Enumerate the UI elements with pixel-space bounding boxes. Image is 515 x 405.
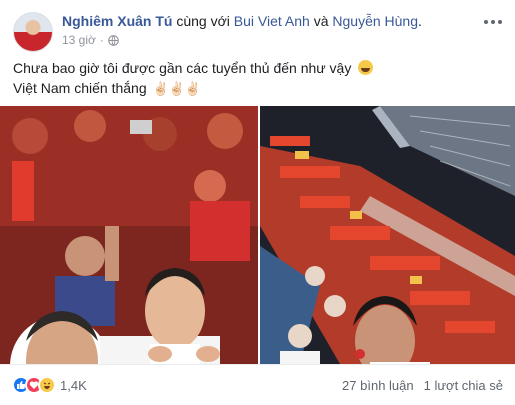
photo-selfie-crowd[interactable] (0, 106, 258, 364)
comments-count-link[interactable]: 27 bình luận (342, 378, 414, 393)
post-timestamp[interactable]: 13 giờ (62, 33, 96, 47)
post-text-line-1: Chưa bao giờ tôi được gần các tuyển thủ … (13, 58, 374, 78)
and-text: và (313, 13, 329, 29)
globe-icon[interactable] (108, 34, 119, 46)
engagement-stats: 27 bình luận 1 lượt chia sẻ (342, 378, 503, 393)
facebook-post: Nghiêm Xuân Tú cùng với Bui Viet Anh và … (0, 0, 515, 405)
more-options-button[interactable] (481, 12, 505, 32)
more-dot-icon (498, 20, 502, 24)
post-text-line-2-content: Việt Nam chiến thắng (13, 80, 147, 96)
author-avatar[interactable] (13, 12, 53, 52)
post-photos (0, 106, 515, 364)
tagged-user-2-link[interactable]: Nguyễn Hùng (332, 13, 418, 29)
header-end-punct: . (418, 13, 422, 29)
author-name-link[interactable]: Nghiêm Xuân Tú (62, 13, 172, 29)
with-text: cùng với (176, 13, 230, 29)
haha-icon (38, 376, 56, 394)
post-footer: 1,4K 27 bình luận 1 lượt chia sẻ (0, 364, 515, 405)
meta-separator: · (99, 33, 104, 47)
photo-stadium-stands[interactable] (260, 106, 515, 364)
reactions-summary[interactable]: 1,4K (12, 376, 87, 394)
rolling-laughing-emoji-icon (358, 60, 374, 75)
post-text-line-2: Việt Nam chiến thắng ✌🏻✌🏻✌🏻 (13, 78, 373, 99)
post-header: Nghiêm Xuân Tú cùng với Bui Viet Anh và … (62, 12, 422, 30)
post-text-line-1-content: Chưa bao giờ tôi được gần các tuyển thủ … (13, 60, 352, 76)
post-meta: 13 giờ · (62, 33, 119, 47)
reaction-count: 1,4K (60, 377, 87, 393)
tagged-user-1-link[interactable]: Bui Viet Anh (234, 13, 310, 29)
more-dot-icon (484, 20, 488, 24)
victory-hand-emoji-icon: ✌🏻✌🏻✌🏻 (152, 81, 202, 96)
shares-count-link[interactable]: 1 lượt chia sẻ (424, 378, 503, 393)
more-dot-icon (491, 20, 495, 24)
post-text: Chưa bao giờ tôi được gần các tuyển thủ … (13, 58, 374, 99)
